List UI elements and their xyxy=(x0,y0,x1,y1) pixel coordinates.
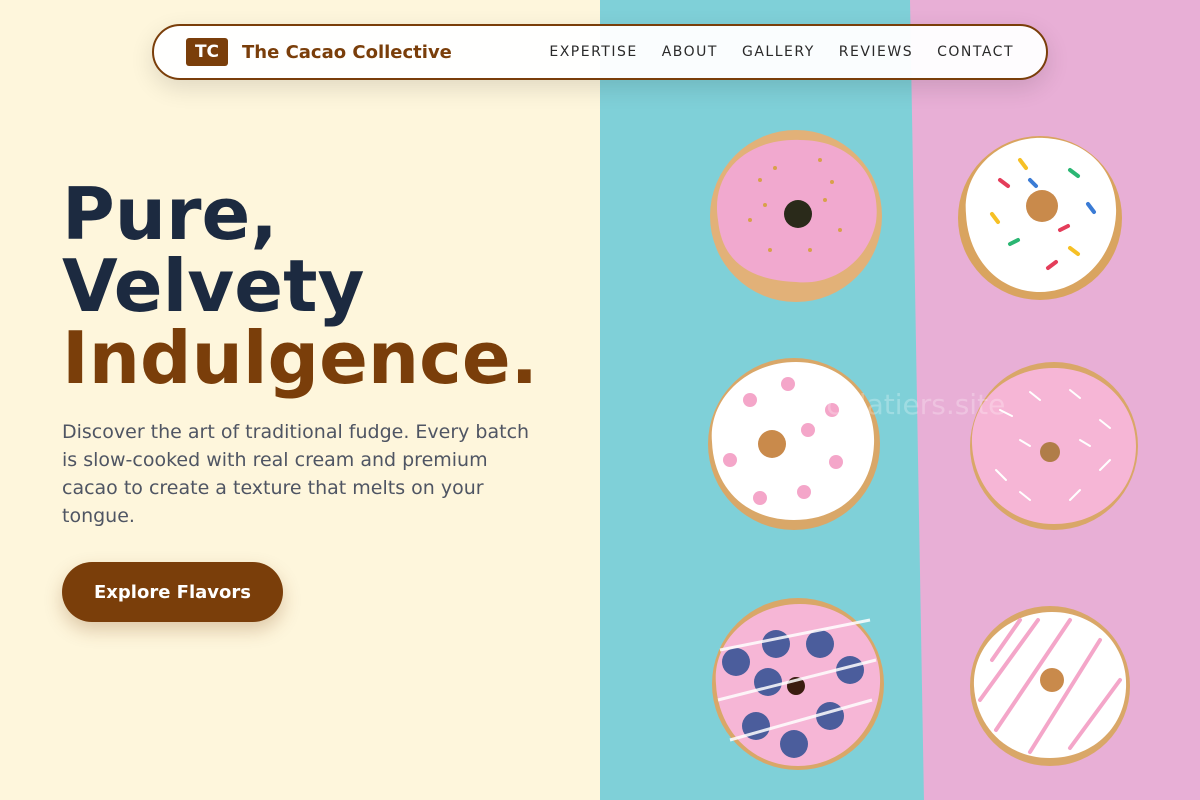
donut-white-pink-dots xyxy=(708,358,880,530)
nav-link-reviews[interactable]: REVIEWS xyxy=(839,44,913,60)
hero-title-line-1: Pure, xyxy=(62,172,278,256)
hero-description: Discover the art of traditional fudge. E… xyxy=(62,421,530,527)
navbar: TC The Cacao Collective EXPERTISE ABOUT … xyxy=(152,24,1048,80)
donut-white-pink-drizzle xyxy=(970,606,1130,766)
hero-left-panel xyxy=(0,0,600,800)
hero-title: Pure, Velvety Indulgence. xyxy=(62,178,538,394)
nav-links: EXPERTISE ABOUT GALLERY REVIEWS CONTACT xyxy=(549,44,1014,60)
nav-link-gallery[interactable]: GALLERY xyxy=(742,44,815,60)
logo-badge[interactable]: TC xyxy=(186,38,228,66)
donut-white-rainbow-sprinkles xyxy=(958,136,1122,300)
explore-flavors-button[interactable]: Explore Flavors xyxy=(62,562,283,622)
nav-link-contact[interactable]: CONTACT xyxy=(937,44,1014,60)
hero-image: chocolatiers.site xyxy=(600,0,1200,800)
nav-link-expertise[interactable]: EXPERTISE xyxy=(549,44,637,60)
watermark: chocolatiers.site xyxy=(776,388,1006,421)
donut-pink-gold-sprinkles xyxy=(710,130,882,302)
nav-link-about[interactable]: ABOUT xyxy=(662,44,718,60)
brand-name[interactable]: The Cacao Collective xyxy=(242,42,452,63)
donut-pink-blueberries xyxy=(712,598,884,770)
hero-title-line-3: Indulgence. xyxy=(62,316,539,400)
hero-title-line-2: Velvety xyxy=(62,244,365,328)
